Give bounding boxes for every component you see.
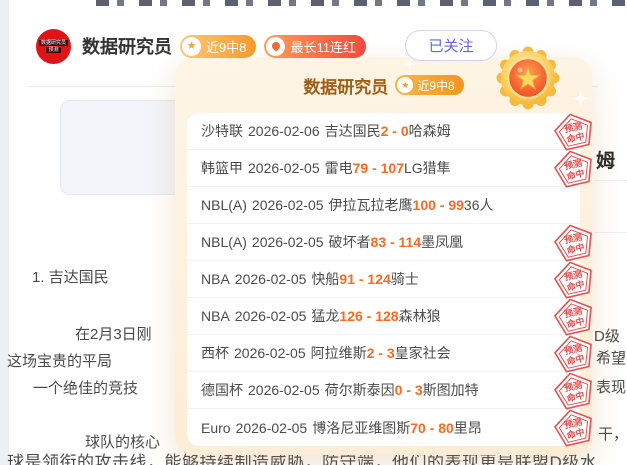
match-away-team: 墨凤凰 bbox=[421, 232, 463, 252]
match-row[interactable]: NBL(A) 2026-02-05 破坏者 83 - 114 墨凤凰 预测 命中 bbox=[187, 224, 580, 261]
popup-record-badge: ★ 近9中8 bbox=[395, 75, 463, 95]
match-home-team: 荷尔斯泰因 bbox=[325, 380, 395, 400]
prediction-hit-stamp: 预测 命中 bbox=[550, 109, 597, 153]
match-league: NBL(A) bbox=[201, 234, 247, 250]
match-list: 沙特联 2026-02-06 吉达国民 2 - 0 哈森姆 预测 命中 韩篮甲 … bbox=[187, 113, 580, 446]
star-icon: ★ bbox=[182, 37, 201, 56]
match-score: 100 - 99 bbox=[413, 197, 464, 213]
match-home-team: 快船 bbox=[311, 269, 339, 289]
avatar-subtext: 预测 bbox=[46, 47, 60, 53]
match-date: 2026-02-06 bbox=[248, 123, 320, 139]
match-away-team: 里昂 bbox=[454, 418, 482, 438]
popup-record-label: 近9中8 bbox=[417, 77, 454, 94]
flame-icon bbox=[266, 37, 285, 56]
match-score: 2 - 3 bbox=[367, 345, 395, 361]
prediction-hit-stamp: 预测 命中 bbox=[550, 257, 597, 301]
article-line: 这场宝贵的平局 bbox=[7, 350, 112, 371]
gold-medal-icon bbox=[496, 46, 560, 110]
match-home-team: 阿拉维斯 bbox=[311, 343, 367, 363]
streak-label: 最长11连红 bbox=[290, 37, 356, 56]
match-date: 2026-02-05 bbox=[235, 271, 307, 287]
followed-button[interactable]: 已关注 bbox=[405, 30, 497, 61]
match-league: 西杯 bbox=[201, 343, 229, 363]
match-league: Euro bbox=[201, 420, 231, 436]
expert-name: 数据研究员 bbox=[82, 33, 172, 59]
match-row[interactable]: 西杯 2026-02-05 阿拉维斯 2 - 3 皇家社会 预测 命中 bbox=[187, 335, 580, 372]
page: 数据研究员 预测 数据研究员 ★ 近9中8 最长11连红 已关注 1. 吉达国民… bbox=[0, 0, 627, 465]
match-league: 沙特联 bbox=[201, 121, 243, 141]
match-away-team: LG猎隼 bbox=[404, 158, 451, 178]
prediction-hit-stamp: 预测 命中 bbox=[550, 331, 597, 375]
match-date: 2026-02-05 bbox=[252, 197, 324, 213]
match-away-team: 森林狼 bbox=[399, 306, 441, 326]
prediction-hit-stamp: 预测 命中 bbox=[550, 146, 597, 190]
match-away-team: 皇家社会 bbox=[395, 343, 451, 363]
recent-record-label: 近9中8 bbox=[206, 37, 246, 56]
divider bbox=[594, 232, 627, 233]
star-icon: ★ bbox=[397, 77, 413, 93]
match-league: 韩篮甲 bbox=[201, 158, 243, 178]
avatar[interactable]: 数据研究员 预测 bbox=[36, 29, 71, 64]
match-away-team: 36人 bbox=[464, 195, 494, 215]
article-line: 在2月3日刚 bbox=[75, 323, 152, 344]
match-home-team: 伊拉瓦拉老鹰 bbox=[329, 195, 413, 215]
match-away-team: 骑士 bbox=[391, 269, 419, 289]
match-league: NBL(A) bbox=[201, 197, 247, 213]
prediction-hit-stamp: 预测 命中 bbox=[550, 368, 597, 412]
left-gutter bbox=[0, 0, 9, 465]
match-date: 2026-02-05 bbox=[248, 160, 320, 176]
match-away-team: 斯图加特 bbox=[423, 380, 479, 400]
prediction-hit-stamp: 预测 命中 bbox=[550, 405, 597, 449]
article-fragment: 姆 bbox=[596, 146, 615, 173]
match-home-team: 破坏者 bbox=[329, 232, 371, 252]
match-score: 2 - 0 bbox=[381, 123, 409, 139]
match-row[interactable]: 韩篮甲 2026-02-05 雷电 79 - 107 LG猎隼 预测 命中 bbox=[187, 150, 580, 187]
match-row[interactable]: NBA 2026-02-05 猛龙 126 - 128 森林狼 预测 命中 bbox=[187, 298, 580, 335]
match-score: 79 - 107 bbox=[353, 160, 404, 176]
recent-record-badge: ★ 近9中8 bbox=[180, 35, 256, 58]
match-date: 2026-02-05 bbox=[248, 382, 320, 398]
match-home-team: 猛龙 bbox=[311, 306, 339, 326]
match-date: 2026-02-05 bbox=[252, 234, 324, 250]
match-row[interactable]: 沙特联 2026-02-06 吉达国民 2 - 0 哈森姆 预测 命中 bbox=[187, 113, 580, 150]
match-row[interactable]: NBL(A) 2026-02-05 伊拉瓦拉老鹰 100 - 99 36人 预测… bbox=[187, 187, 580, 224]
avatar-text: 数据研究员 bbox=[39, 40, 68, 46]
prediction-history-popup: 数据研究员 ★ 近9中8 bbox=[175, 57, 592, 455]
match-score: 70 - 80 bbox=[410, 420, 454, 436]
match-home-team: 雷电 bbox=[325, 158, 353, 178]
article-fragment: 干， bbox=[598, 423, 627, 444]
match-score: 0 - 3 bbox=[395, 382, 423, 398]
match-league: 德国杯 bbox=[201, 380, 243, 400]
divider bbox=[594, 180, 627, 181]
match-score: 126 - 128 bbox=[339, 308, 398, 324]
match-score: 91 - 124 bbox=[339, 271, 390, 287]
match-home-team: 博洛尼亚维图斯 bbox=[312, 418, 410, 438]
match-date: 2026-02-05 bbox=[235, 308, 307, 324]
match-league: NBA bbox=[201, 308, 230, 324]
prediction-hit-stamp: 预测 命中 bbox=[550, 220, 597, 264]
article-section-heading: 1. 吉达国民 bbox=[32, 266, 109, 287]
article-line: 一个绝佳的竞技 bbox=[33, 377, 138, 398]
match-league: NBA bbox=[201, 271, 230, 287]
match-score: 83 - 114 bbox=[371, 234, 422, 250]
article-fragment: 表现 bbox=[596, 376, 626, 397]
article-fragment: 希望 bbox=[596, 347, 626, 368]
popup-title: 数据研究员 bbox=[303, 73, 388, 98]
prediction-hit-stamp: 预测 命中 bbox=[550, 294, 597, 338]
article-fragment: D级 bbox=[594, 325, 620, 346]
match-row[interactable]: Euro 2026-02-05 博洛尼亚维图斯 70 - 80 里昂 预测 命中 bbox=[187, 409, 580, 446]
expert-header: 数据研究员 预测 数据研究员 ★ 近9中8 最长11连红 bbox=[36, 28, 366, 64]
match-home-team: 吉达国民 bbox=[325, 121, 381, 141]
match-date: 2026-02-05 bbox=[234, 345, 306, 361]
match-away-team: 哈森姆 bbox=[409, 121, 451, 141]
match-date: 2026-02-05 bbox=[236, 420, 308, 436]
match-row[interactable]: NBA 2026-02-05 快船 91 - 124 骑士 预测 命中 bbox=[187, 261, 580, 298]
streak-badge: 最长11连红 bbox=[264, 35, 366, 58]
match-row[interactable]: 德国杯 2026-02-05 荷尔斯泰因 0 - 3 斯图加特 预测 命中 bbox=[187, 372, 580, 409]
clipped-heading-fragment bbox=[96, 0, 627, 6]
